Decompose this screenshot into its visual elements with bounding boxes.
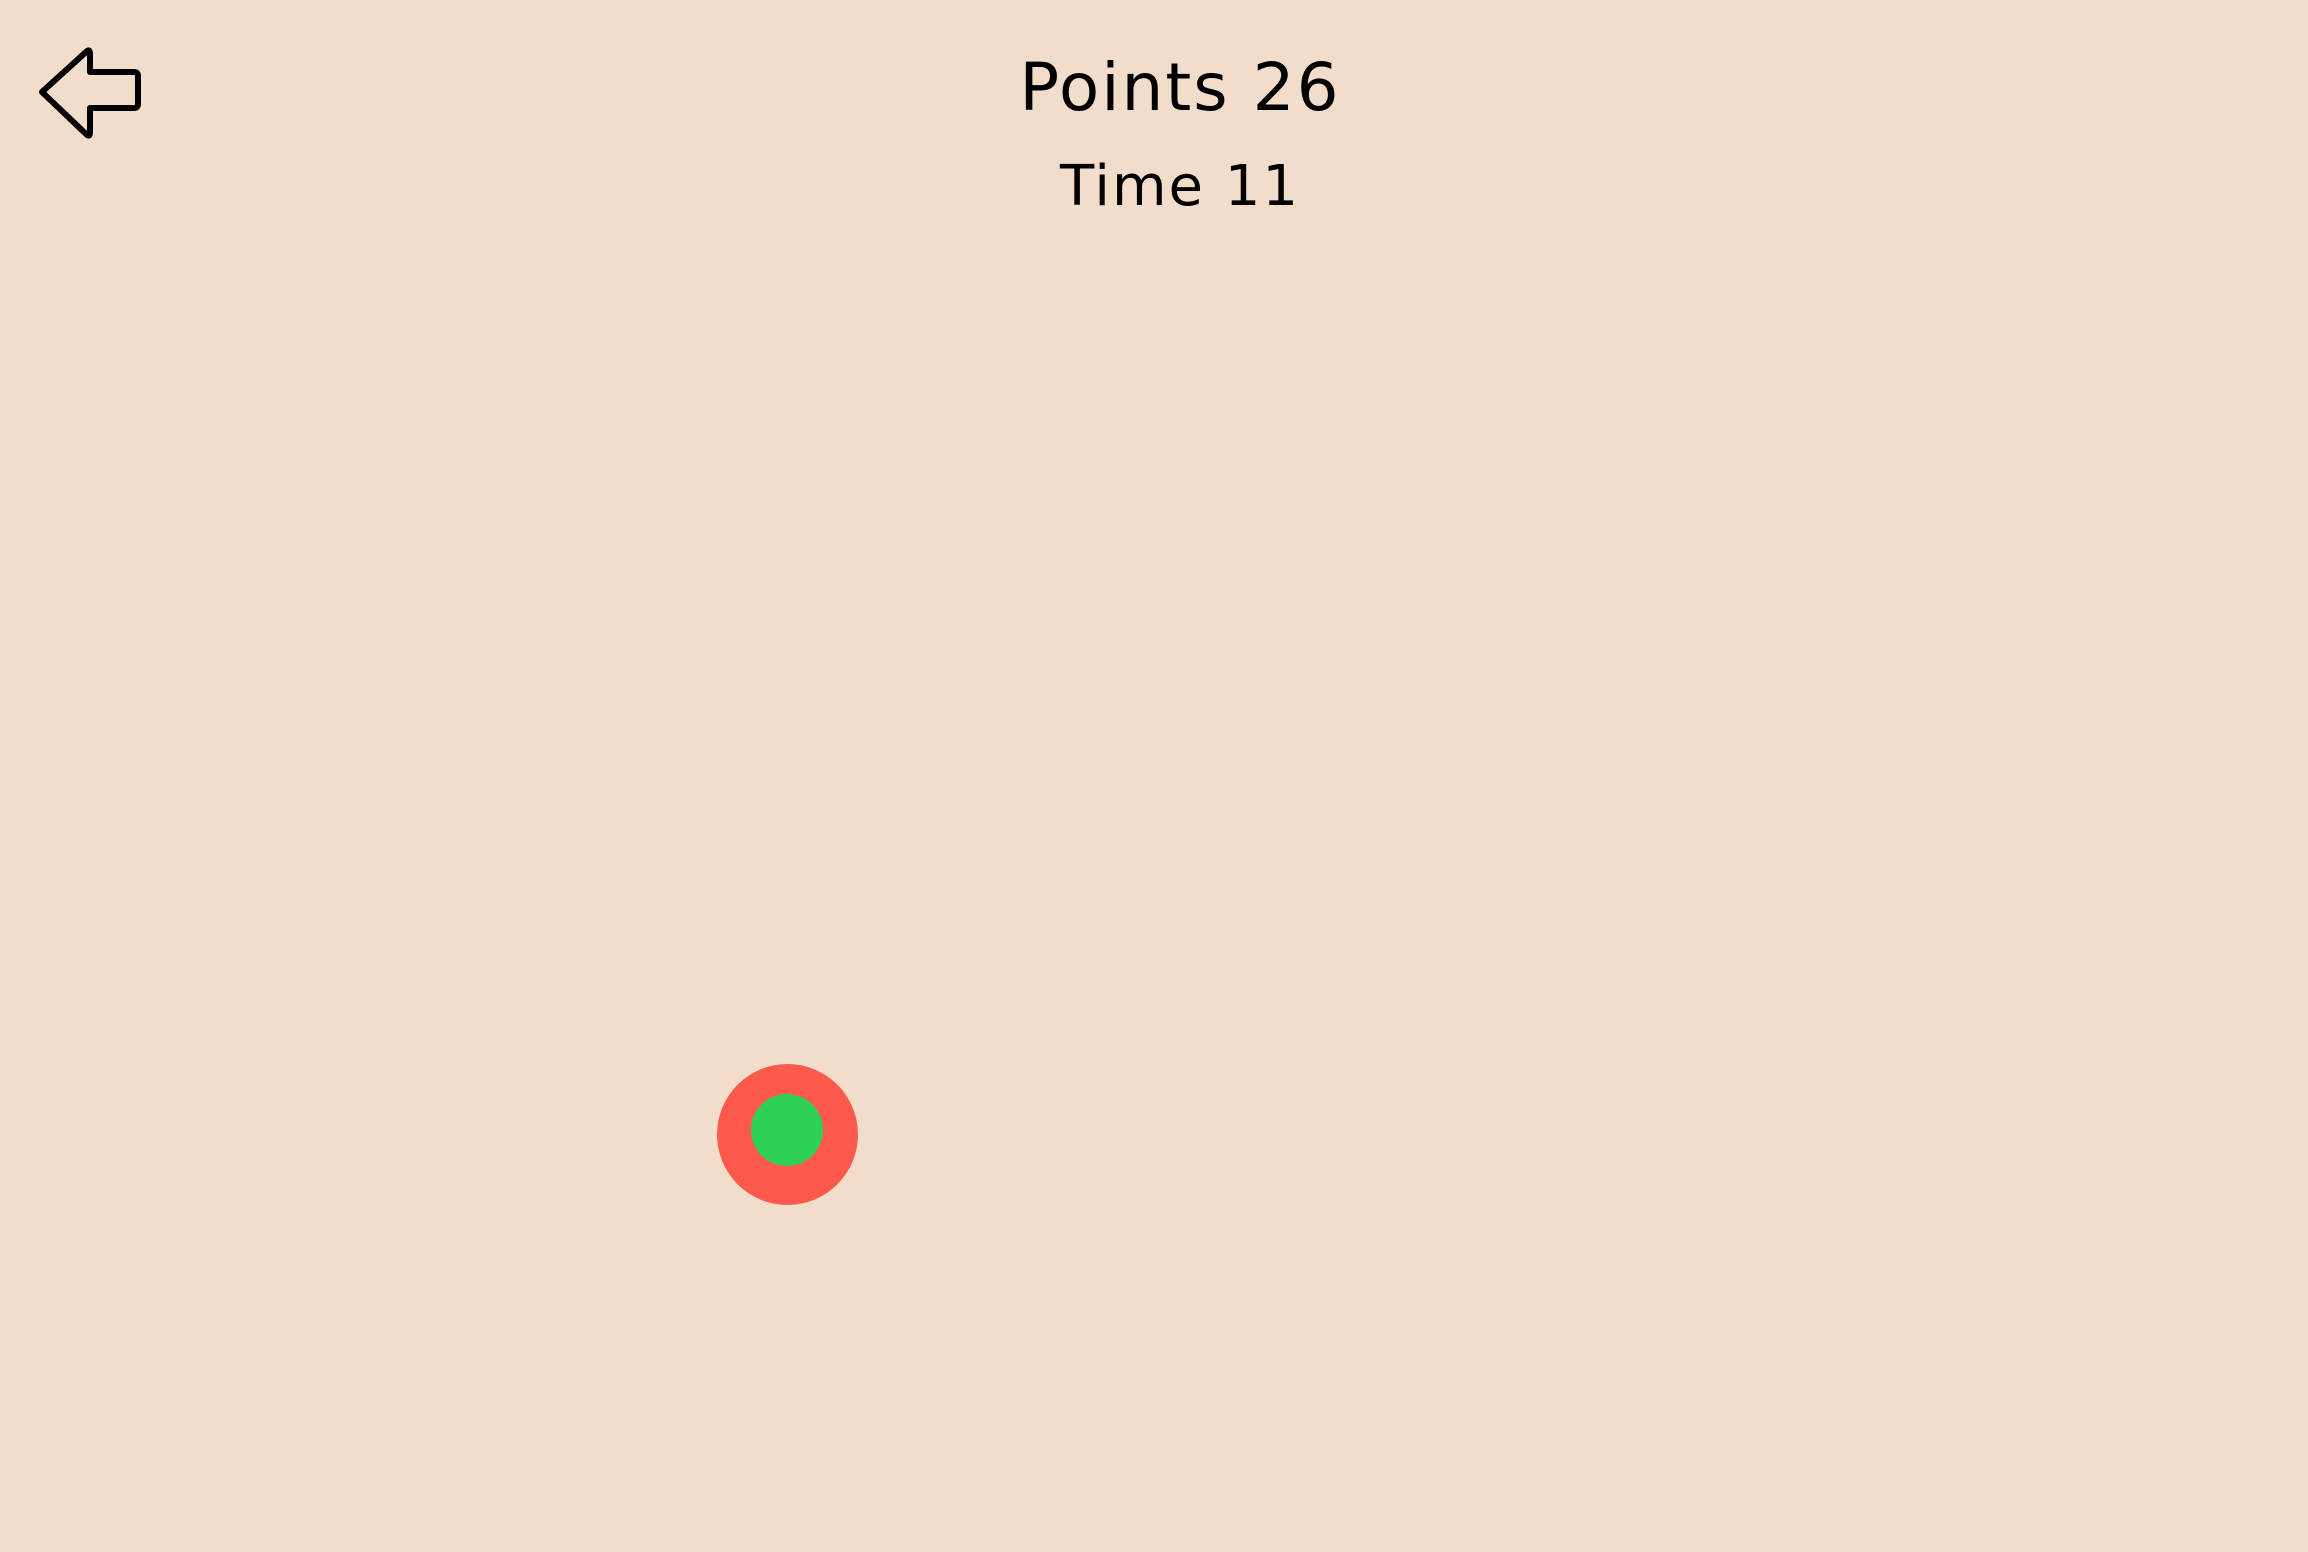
target-center <box>751 1094 823 1166</box>
time-counter: Time 11 <box>1059 154 1301 219</box>
points-counter: Points 26 <box>1019 49 1341 126</box>
target-circle[interactable] <box>717 1064 858 1205</box>
